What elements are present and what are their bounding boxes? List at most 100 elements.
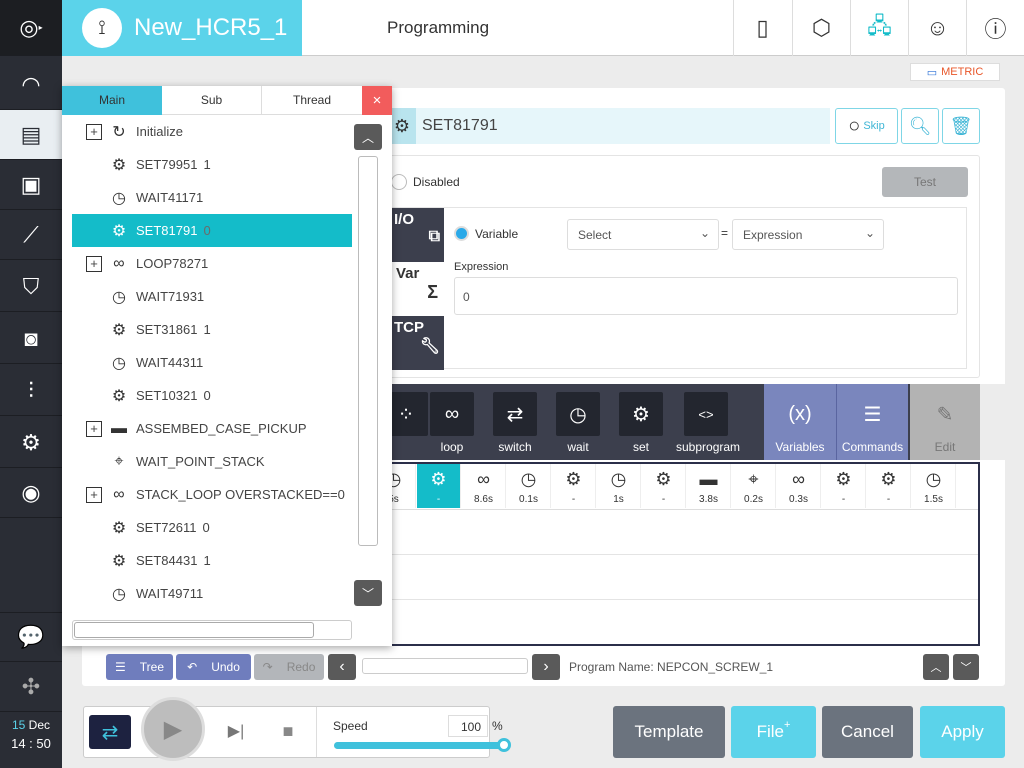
search-icon[interactable]: 🔍︎ xyxy=(901,108,939,144)
toolbar-switch[interactable]: ⇄ switch xyxy=(487,384,543,460)
tree-item[interactable]: ⚙ SET79951 1 xyxy=(72,148,352,181)
speed-input[interactable]: 100 xyxy=(448,715,488,737)
timeline-block[interactable]: ⚙ - xyxy=(417,464,461,508)
undo-button[interactable]: ↶ Undo xyxy=(176,654,251,680)
variable-select[interactable]: Select ⌄ xyxy=(567,219,719,250)
cancel-button[interactable]: Cancel xyxy=(822,706,913,758)
monitor-icon[interactable]: ▣ xyxy=(0,160,62,210)
circle-target-icon[interactable]: ◉ xyxy=(0,468,62,518)
expression-input[interactable]: 0 xyxy=(454,277,958,315)
file-button[interactable]: File + xyxy=(731,706,816,758)
commands-button[interactable]: ☰ Commands xyxy=(836,384,908,460)
tree-item[interactable]: ⚙ SET10321 0 xyxy=(72,379,352,412)
tablet-check-icon[interactable]: ▯ xyxy=(733,0,791,56)
tree-item[interactable]: ◷ WAIT41171 xyxy=(72,181,352,214)
test-button[interactable]: Test xyxy=(882,167,968,197)
user-icon[interactable]: ☺ xyxy=(908,0,966,56)
tree-item[interactable]: ⚙ SET84431 1 xyxy=(72,544,352,577)
scroll-up-button[interactable]: ︿ xyxy=(354,124,382,150)
tab-main[interactable]: Main xyxy=(62,86,162,115)
trash-icon[interactable]: 🗑︎ xyxy=(942,108,980,144)
unit-badge[interactable]: ▭ METRIC xyxy=(910,63,1000,81)
tree-item[interactable]: + ↻ Initialize xyxy=(72,115,352,148)
timeline-block[interactable]: ⚙ - xyxy=(552,464,596,508)
expand-icon[interactable]: + xyxy=(86,486,102,503)
tree-item[interactable]: + ▬ ASSEMBED_CASE_PICKUP xyxy=(72,412,352,445)
camera-icon[interactable]: ◙ xyxy=(0,314,62,364)
expand-icon[interactable]: + xyxy=(86,420,102,437)
program-icon[interactable]: ▤ xyxy=(0,110,62,160)
robot-name-block[interactable]: ⟟ New_HCR5_1 xyxy=(62,0,302,56)
tab-thread[interactable]: Thread xyxy=(262,86,362,115)
tcp-tab[interactable]: TCP 🔧︎ xyxy=(390,316,444,370)
expand-icon[interactable]: + xyxy=(86,123,102,140)
joystick-icon[interactable]: ✣ xyxy=(0,662,62,712)
timeline-block[interactable]: ◷ 1s xyxy=(597,464,641,508)
var-tab[interactable]: Var Σ xyxy=(390,262,444,316)
toolbar-wait[interactable]: ◷ wait xyxy=(550,384,606,460)
toolbar-set[interactable]: ⚙ set xyxy=(613,384,669,460)
speed-slider[interactable] xyxy=(334,738,511,752)
tree-item[interactable]: + ∞ LOOP78271 xyxy=(72,247,352,280)
tree-item[interactable]: ⚙ SET72611 0 xyxy=(72,511,352,544)
vertical-scrollbar[interactable] xyxy=(358,156,378,546)
expand-icon[interactable]: + xyxy=(86,255,102,272)
timeline[interactable]: ◷5s⚙-∞8.6s◷0.1s⚙-◷1s⚙-▬3.8s⌖0.2s∞0.3s⚙-⚙… xyxy=(388,462,980,646)
skip-button[interactable]: ○ Skip xyxy=(835,108,898,144)
network-icon[interactable]: 🖧 xyxy=(850,0,908,56)
timeline-block[interactable]: ◷5s xyxy=(388,464,416,508)
timeline-block[interactable]: ◷ 0.1s xyxy=(507,464,551,508)
stop-icon[interactable]: ■ xyxy=(276,719,300,743)
tree-item[interactable]: ⚙ SET31861 1 xyxy=(72,313,352,346)
edit-button[interactable]: ✎ Edit xyxy=(910,384,980,460)
tree-item[interactable]: ◷ WAIT49711 xyxy=(72,577,352,610)
redo-button[interactable]: ↷ Redo xyxy=(254,654,324,680)
variable-radio[interactable]: Variable xyxy=(454,226,518,241)
w-badge-icon[interactable]: ⬡ xyxy=(792,0,850,56)
repeat-icon[interactable]: ⇄ xyxy=(89,715,131,749)
scroll-left-button[interactable]: ‹ xyxy=(328,654,356,680)
scroll-right-button[interactable]: › xyxy=(532,654,560,680)
app-logo-icon[interactable]: ◎ ▸ xyxy=(0,0,62,56)
timeline-scrollbar[interactable] xyxy=(362,658,528,674)
variables-button[interactable]: (x) Variables xyxy=(764,384,836,460)
sliders-icon[interactable]: ⫶ xyxy=(0,366,62,416)
timeline-block[interactable]: ◷ 1.5s xyxy=(912,464,956,508)
shield-icon[interactable]: ⛉ xyxy=(0,262,62,312)
scroll-down-button[interactable]: ﹀ xyxy=(354,580,382,606)
timeline-block[interactable]: ⌖ 0.2s xyxy=(732,464,776,508)
timeline-down-button[interactable]: ﹀ xyxy=(953,654,979,680)
commands-icon: ☰ xyxy=(863,403,882,426)
timeline-block[interactable]: ⚙ - xyxy=(642,464,686,508)
io-tab[interactable]: I/O ⧉ xyxy=(390,208,444,262)
step-forward-icon[interactable]: ▶| xyxy=(224,719,248,743)
timeline-block[interactable]: ∞ 8.6s xyxy=(462,464,506,508)
horizontal-scrollbar[interactable] xyxy=(72,620,352,640)
disabled-checkbox[interactable]: Disabled xyxy=(391,174,460,190)
tree-item[interactable]: ⚙ SET81791 0 xyxy=(72,214,352,247)
timeline-block[interactable]: ∞ 0.3s xyxy=(777,464,821,508)
timeline-up-button[interactable]: ︿ xyxy=(923,654,949,680)
speed-slider-handle[interactable] xyxy=(497,738,511,752)
tree-item[interactable]: ⌖ WAIT_POINT_STACK xyxy=(72,445,352,478)
apply-button[interactable]: Apply xyxy=(920,706,1005,758)
robot-arm-icon[interactable]: ⟋ xyxy=(0,210,62,260)
play-button[interactable]: ▶ xyxy=(141,697,205,761)
tree-item[interactable]: ◷ WAIT71931 xyxy=(72,280,352,313)
timeline-block[interactable]: ⚙ - xyxy=(822,464,866,508)
info-icon[interactable]: ⓘ xyxy=(966,0,1024,56)
close-button[interactable]: × xyxy=(362,86,392,115)
toolbar-loop[interactable]: ∞ loop xyxy=(424,384,480,460)
chat-icon[interactable]: 💬 xyxy=(0,612,62,662)
gear-icon[interactable]: ⚙ xyxy=(0,418,62,468)
toolbar-subprogram[interactable]: <> subprogram xyxy=(676,384,740,460)
template-button[interactable]: Template xyxy=(613,706,725,758)
gauge-icon[interactable]: ◠ xyxy=(0,60,62,110)
expression-select[interactable]: Expression ⌄ xyxy=(732,219,884,250)
timeline-block[interactable]: ▬ 3.8s xyxy=(687,464,731,508)
tree-item[interactable]: + ∞ STACK_LOOP OVERSTACKED==0 xyxy=(72,478,352,511)
tree-item[interactable]: ◷ WAIT44311 xyxy=(72,346,352,379)
timeline-block[interactable]: ⚙ - xyxy=(867,464,911,508)
tab-sub[interactable]: Sub xyxy=(162,86,262,115)
tree-button[interactable]: ☰ Tree xyxy=(106,654,173,680)
